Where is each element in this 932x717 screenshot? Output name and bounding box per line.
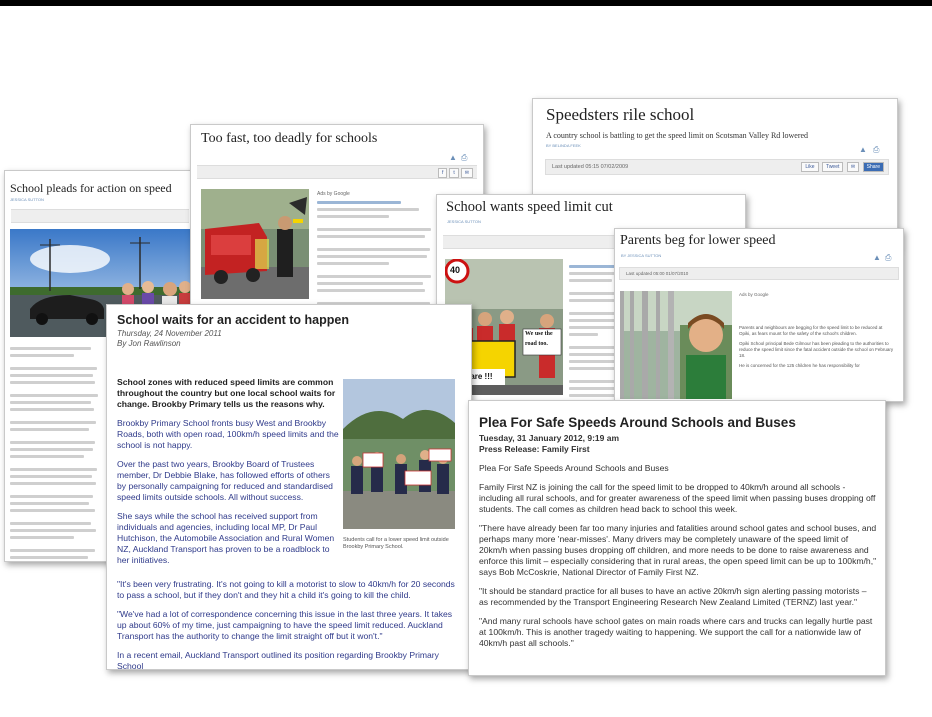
article-author: By Jon Rawlinson (117, 339, 181, 348)
article-paragraph: He is concerned for the 125 children he … (739, 363, 860, 368)
article-title: School pleads for action on speed (10, 181, 172, 195)
share-bar: Last updated 05:00 01/07/2010 (619, 267, 899, 280)
article-subtitle: A country school is battling to get the … (546, 131, 809, 140)
photo-caption: Students call for a lower speed limit ou… (343, 537, 449, 550)
share-bar: f t ✉ (197, 165, 477, 179)
tweet-label: Tweet (826, 163, 840, 170)
article-title: School wants speed limit cut (446, 199, 613, 215)
article-paragraph: Brookby Primary School fronts busy West … (117, 418, 339, 450)
speed-limit-sign-40: 40 (450, 265, 461, 275)
article-paragraph: "There have already been far too many in… (479, 523, 877, 577)
print-icon[interactable]: ⎙ (461, 153, 467, 163)
article-card-waits: School waits for an accident to happen T… (106, 304, 472, 670)
byline: JESSICA SUTTON (447, 219, 481, 224)
truck-school-photo (201, 189, 309, 299)
tweet-icon[interactable]: Tweet (822, 161, 844, 172)
share-icon[interactable]: ▲ (859, 145, 867, 154)
article-paragraph: "And many rural schools have school gate… (479, 616, 873, 648)
article-paragraph: Parents and neighbours are begging for t… (739, 325, 883, 336)
byline: JESSICA SUTTON (10, 197, 44, 202)
students-protest-photo (343, 379, 455, 529)
article-paragraph: "It should be standard practice for all … (479, 586, 867, 607)
boy-fence-photo (620, 291, 732, 399)
article-card-parents: Parents beg for lower speed BY JESSICA S… (614, 228, 904, 402)
article-date: Tuesday, 31 January 2012, 9:19 am (479, 433, 620, 443)
article-title: Plea For Safe Speeds Around Schools and … (479, 415, 796, 430)
article-date: Thursday, 24 November 2011 (117, 329, 222, 338)
top-rule (0, 0, 932, 6)
article-title: Speedsters rile school (546, 105, 695, 124)
share-icon[interactable]: Share (862, 161, 884, 172)
byline: BY BELINDA FEEK (546, 143, 581, 148)
print-icon[interactable]: ⎙ (873, 145, 879, 155)
share-label: Share (866, 163, 880, 170)
share-bar (11, 209, 189, 223)
share-icon[interactable]: ▲ (449, 153, 457, 162)
article-lead: School zones with reduced speed limits a… (117, 377, 336, 409)
press-release-source: Press Release: Family First (479, 444, 590, 454)
facebook-like-icon[interactable]: f (438, 167, 448, 178)
article-title: Too fast, too deadly for schools (201, 131, 378, 146)
print-icon[interactable]: ⎙ (885, 253, 891, 263)
last-updated: Last updated 05:15 07/02/2009 (552, 164, 629, 170)
article-paragraph: In a recent email, Auckland Transport ou… (117, 650, 439, 670)
article-paragraph: "We've had a lot of correspondence conce… (117, 609, 453, 641)
share-icon[interactable]: ▲ (873, 253, 881, 262)
article-title: School waits for an accident to happen (117, 313, 349, 327)
article-paragraph: Family First NZ is joining the call for … (479, 482, 876, 514)
like-label: Like (805, 163, 815, 170)
ads-label: Ads by Google (739, 292, 769, 297)
article-text-placeholder (10, 343, 102, 561)
article-paragraph: Plea For Safe Speeds Around Schools and … (479, 463, 669, 473)
article-card-plea: Plea For Safe Speeds Around Schools and … (468, 400, 886, 676)
we-use-sign: We use the (525, 331, 553, 337)
article-paragraph: Over the past two years, Brookby Board o… (117, 459, 333, 502)
last-updated: Last updated 05:00 01/07/2010 (626, 271, 689, 276)
email-icon[interactable]: ✉ (846, 161, 860, 172)
article-paragraph: Opiki School principal Bede Gilmour has … (739, 341, 894, 358)
students-photo (343, 379, 455, 529)
byline: BY JESSICA SUTTON (621, 253, 662, 258)
truck-photo (201, 189, 309, 299)
article-paragraph: She says while the school has received s… (117, 511, 335, 565)
facebook-like-icon[interactable]: Like (801, 161, 819, 172)
email-icon[interactable]: ✉ (460, 167, 473, 178)
article-title: Parents beg for lower speed (620, 233, 776, 248)
share-bar: Last updated 05:15 07/02/2009 Like Tweet… (545, 159, 889, 175)
article-paragraph: "It's been very frustrating. It's not go… (117, 579, 455, 600)
tweet-icon[interactable]: t (449, 167, 459, 178)
boy-photo (620, 291, 732, 399)
road-too-sign: road too. (525, 341, 548, 347)
